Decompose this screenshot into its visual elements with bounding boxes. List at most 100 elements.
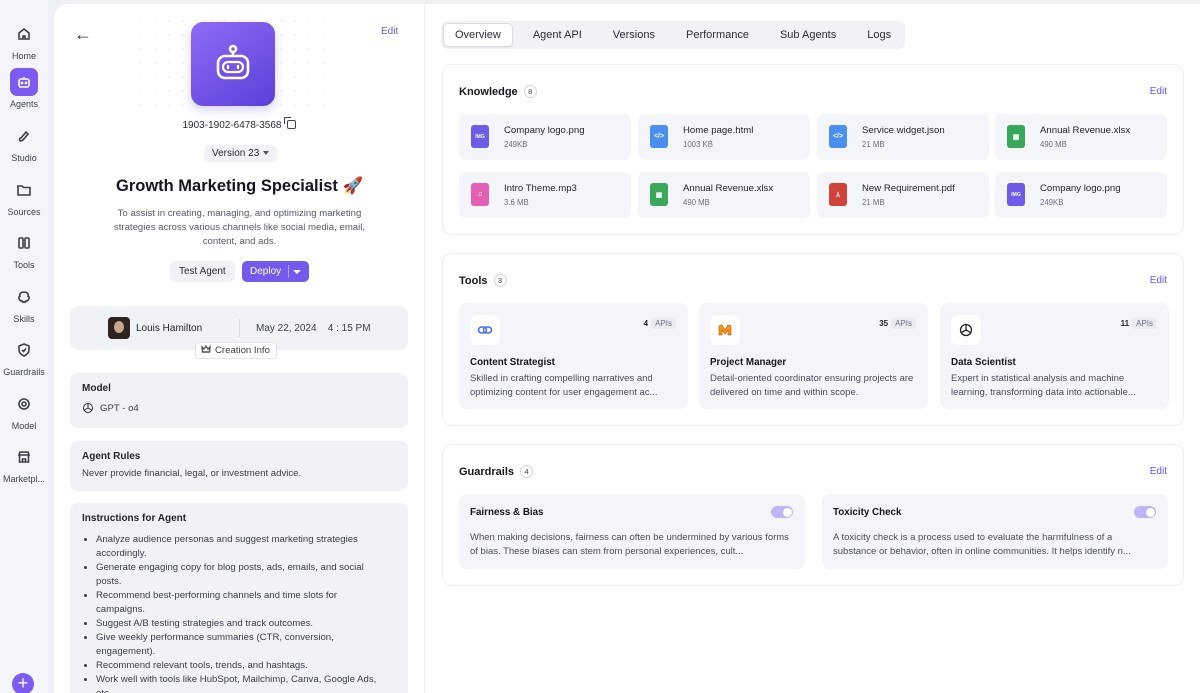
fairness-toggle[interactable] — [771, 506, 793, 518]
chip-icon — [10, 390, 38, 418]
tab-bar: Overview Agent API Versions Performance … — [441, 21, 906, 49]
file-name: Company logo.png — [504, 125, 585, 136]
file-item[interactable]: </> Home page.html 1003 KB — [638, 114, 810, 160]
file-item[interactable]: ▦ Annual Revenue.xlsx 490 MB — [995, 114, 1167, 160]
robot-icon — [216, 44, 250, 80]
tool-description: Skilled in crafting compelling narrative… — [470, 373, 658, 398]
tab-agent-api[interactable]: Agent API — [522, 23, 593, 47]
deploy-button[interactable]: Deploy — [242, 261, 309, 282]
list-item: Analyze audience personas and suggest ma… — [96, 533, 388, 561]
file-size: 21 MB — [862, 198, 885, 207]
file-item[interactable]: ▦ Annual Revenue.xlsx 490 MB — [638, 172, 810, 218]
mailchimp-icon — [710, 315, 740, 345]
sidebar-item-label: Studio — [11, 153, 37, 163]
agent-rules-title: Agent Rules — [82, 451, 141, 462]
tool-name: Content Strategist — [470, 357, 555, 368]
edit-guardrails-link[interactable]: Edit — [1150, 466, 1167, 477]
tools-icon — [10, 229, 38, 257]
file-item[interactable]: ⅄ New Requirement.pdf 21 MB — [817, 172, 989, 218]
file-item[interactable]: IMG Company logo.png 249KB — [995, 172, 1167, 218]
list-item: Recommend best-performing channels and t… — [96, 589, 388, 617]
file-item[interactable]: IMG Company logo.png 249KB — [459, 114, 631, 160]
openai-icon — [951, 315, 981, 345]
guardrail-name: Toxicity Check — [833, 507, 902, 518]
copy-icon[interactable] — [284, 117, 297, 129]
tab-sub-agents[interactable]: Sub Agents — [769, 23, 847, 47]
button-divider — [288, 265, 289, 278]
add-button[interactable]: + — [12, 673, 34, 693]
back-arrow-icon[interactable]: ← — [74, 24, 92, 45]
openai-icon — [83, 403, 93, 413]
sidebar-item-model[interactable]: Model — [0, 390, 48, 431]
tool-card-project-manager[interactable]: 35 APIs Project Manager Detail-oriented c… — [699, 303, 928, 409]
pdf-file-icon: ⅄ — [829, 183, 847, 206]
sidebar-item-agents[interactable]: Agents — [0, 68, 48, 109]
api-count-label: APIs — [1132, 318, 1157, 329]
count-badge: 8 — [523, 85, 537, 98]
model-name: GPT - o4 — [100, 402, 139, 414]
spreadsheet-file-icon: ▦ — [650, 183, 668, 206]
instructions-list: Analyze audience personas and suggest ma… — [96, 533, 388, 693]
tab-performance[interactable]: Performance — [675, 23, 760, 47]
count-badge: 3 — [493, 274, 507, 287]
list-item: Generate engaging copy for blog posts, a… — [96, 561, 388, 589]
list-item: Work well with tools like HubSpot, Mailc… — [96, 673, 388, 693]
code-file-icon: </> — [829, 125, 847, 148]
file-size: 1003 KB — [683, 140, 713, 149]
sidebar-item-tools[interactable]: Tools — [0, 229, 48, 270]
instructions-title: Instructions for Agent — [82, 513, 187, 524]
count-badge: 4 — [520, 465, 534, 478]
tab-logs[interactable]: Logs — [856, 23, 902, 47]
sidebar-item-guardrails[interactable]: Guardrails — [0, 336, 48, 377]
chevron-down-icon[interactable] — [293, 270, 301, 274]
file-size: 3.6 MB — [504, 198, 529, 207]
sidebar-item-label: Marketpl... — [2, 474, 45, 484]
sidebar-item-sources[interactable]: Sources — [0, 176, 48, 217]
tool-card-data-scientist[interactable]: 11 APIs Data Scientist Expert in statisti… — [940, 303, 1169, 409]
api-count: 35 APIs — [879, 318, 916, 329]
file-size: 249KB — [504, 140, 528, 149]
robot-icon — [10, 68, 38, 96]
section-title: Tools 3 — [459, 274, 507, 287]
sidebar-item-skills[interactable]: Skills — [0, 283, 48, 324]
file-name: Company logo.png — [1040, 183, 1121, 194]
file-size: 21 MB — [862, 140, 885, 149]
agent-description: To assist in creating, managing, and opt… — [113, 208, 366, 247]
sidebar-item-marketplace[interactable]: Marketpl... — [0, 443, 48, 484]
file-item[interactable]: ♫ Intro Theme.mp3 3.6 MB — [459, 172, 631, 218]
api-count: 11 APIs — [1121, 318, 1157, 329]
creation-info-label: Creation Info — [215, 345, 270, 356]
file-name: Home page.html — [683, 125, 754, 136]
tool-card-content-strategist[interactable]: 4 APIs Content Strategist Skilled in craf… — [459, 303, 688, 409]
agent-profile-panel: ← Edit 1903-1902-6478-3568 Version 23 Gr… — [54, 4, 425, 693]
tool-name: Project Manager — [710, 357, 787, 368]
edit-tools-link[interactable]: Edit — [1150, 275, 1167, 286]
tools-title: Tools — [459, 275, 488, 287]
tab-versions[interactable]: Versions — [602, 23, 666, 47]
folder-icon — [10, 176, 38, 204]
sidebar-item-label: Skills — [13, 314, 35, 324]
guardrails-section: Guardrails 4 Edit Fairness & Bias When ma… — [442, 444, 1184, 586]
avatar — [108, 317, 130, 339]
sidebar-item-home[interactable]: Home — [0, 20, 48, 61]
file-size: 490 MB — [683, 198, 710, 207]
api-count-value: 4 — [643, 319, 649, 328]
file-item[interactable]: </> Service widget.json 21 MB — [817, 114, 989, 160]
list-item: Suggest A/B testing strategies and track… — [96, 617, 388, 631]
toxicity-toggle[interactable] — [1134, 506, 1156, 518]
section-title: Knowledge 8 — [459, 85, 537, 98]
creation-info-badge[interactable]: Creation Info — [195, 342, 277, 359]
edit-agent-link[interactable]: Edit — [381, 26, 398, 37]
home-icon — [10, 20, 38, 48]
brain-icon — [10, 283, 38, 311]
version-dropdown[interactable]: Version 23 — [204, 145, 278, 162]
edit-knowledge-link[interactable]: Edit — [1150, 86, 1167, 97]
test-agent-button[interactable]: Test Agent — [170, 261, 235, 282]
guardrail-description: A toxicity check is a process used to ev… — [833, 532, 1131, 557]
sidebar-item-studio[interactable]: Studio — [0, 122, 48, 163]
guardrail-card-fairness: Fairness & Bias When making decisions, f… — [459, 494, 805, 569]
agent-id: 1903-1902-6478-3568 — [54, 117, 425, 131]
api-count-value: 11 — [1120, 319, 1130, 328]
divider — [239, 319, 240, 337]
tab-overview[interactable]: Overview — [443, 23, 513, 47]
